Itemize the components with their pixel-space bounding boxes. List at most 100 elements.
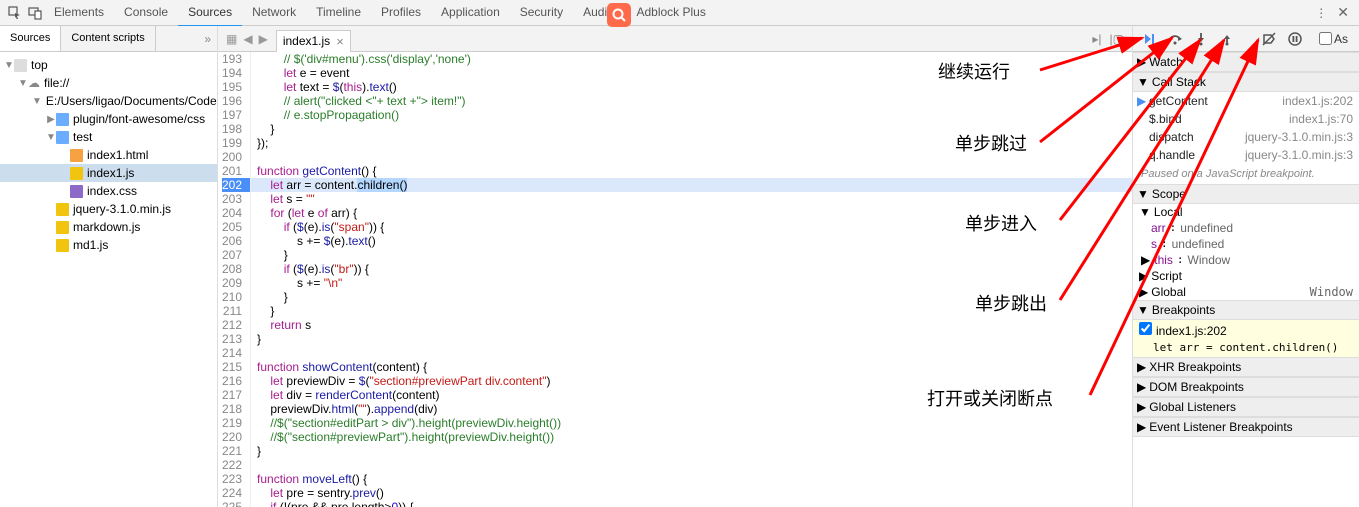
- main-tab-timeline[interactable]: Timeline: [306, 0, 371, 27]
- breakpoints-section-header[interactable]: ▼Breakpoints: [1133, 300, 1359, 320]
- device-toggle-icon[interactable]: [26, 4, 44, 22]
- tree-item[interactable]: ▼test: [0, 128, 217, 146]
- code-line[interactable]: function getContent() {: [251, 164, 1132, 178]
- code-line[interactable]: }: [251, 444, 1132, 458]
- more-tabs-icon[interactable]: »: [198, 26, 217, 51]
- pause-exceptions-button[interactable]: [1287, 31, 1303, 47]
- callstack-frame[interactable]: $.bindindex1.js:70: [1133, 110, 1359, 128]
- callstack-frame[interactable]: dispatchjquery-3.1.0.min.js:3: [1133, 128, 1359, 146]
- scope-script-header[interactable]: ▶Script: [1133, 268, 1359, 284]
- scope-local-header[interactable]: ▼Local: [1133, 204, 1359, 220]
- code-line[interactable]: let arr = content.children(): [251, 178, 1132, 192]
- scope-section-header[interactable]: ▼Scope: [1133, 184, 1359, 204]
- code-line[interactable]: s += "\n": [251, 276, 1132, 290]
- editor-file-tab[interactable]: index1.js ×: [276, 30, 351, 52]
- scope-variable[interactable]: arr: undefined: [1133, 220, 1359, 236]
- code-line[interactable]: for (let e of arr) {: [251, 206, 1132, 220]
- sidebar-tab-content-scripts[interactable]: Content scripts: [61, 26, 155, 51]
- nav-forward-icon[interactable]: ▶: [259, 32, 268, 46]
- callstack-title: Call Stack: [1152, 75, 1206, 89]
- menu-icon[interactable]: ⋮: [1315, 6, 1327, 20]
- tree-item[interactable]: ▼☁file://: [0, 74, 217, 92]
- xhr-breakpoints-header[interactable]: ▶XHR Breakpoints: [1133, 357, 1359, 377]
- code-line[interactable]: [251, 346, 1132, 360]
- async-checkbox[interactable]: [1319, 32, 1332, 45]
- callstack-section-header[interactable]: ▼Call Stack: [1133, 72, 1359, 92]
- code-line[interactable]: [251, 150, 1132, 164]
- tree-item[interactable]: index1.html: [0, 146, 217, 164]
- code-line[interactable]: }: [251, 290, 1132, 304]
- code-line[interactable]: return s: [251, 318, 1132, 332]
- code-line[interactable]: // alert("clicked <"+ text +"> item!"): [251, 94, 1132, 108]
- code-line[interactable]: //$("section#editPart > div").height(pre…: [251, 416, 1132, 430]
- toggle-panes-icon[interactable]: |▢: [1110, 32, 1124, 46]
- tree-item[interactable]: index1.js: [0, 164, 217, 182]
- tree-item[interactable]: ▼top: [0, 56, 217, 74]
- tree-item[interactable]: jquery-3.1.0.min.js: [0, 200, 217, 218]
- code-line[interactable]: [251, 458, 1132, 472]
- dom-breakpoints-header[interactable]: ▶DOM Breakpoints: [1133, 377, 1359, 397]
- code-line[interactable]: let div = renderContent(content): [251, 388, 1132, 402]
- breakpoint-item[interactable]: index1.js:202: [1133, 320, 1359, 340]
- code-line[interactable]: let pre = sentry.prev(): [251, 486, 1132, 500]
- callstack-frame[interactable]: ▶getContentindex1.js:202: [1133, 92, 1359, 110]
- scope-variable[interactable]: ▶this: Window: [1133, 252, 1359, 268]
- code-line[interactable]: // e.stopPropagation(): [251, 108, 1132, 122]
- code-line[interactable]: });: [251, 136, 1132, 150]
- main-tab-application[interactable]: Application: [431, 0, 510, 27]
- code-line[interactable]: if ($(e).is("br")) {: [251, 262, 1132, 276]
- code-editor[interactable]: 1931941951961971981992002012022032042052…: [218, 52, 1132, 507]
- code-line[interactable]: let s = "": [251, 192, 1132, 206]
- event-listener-breakpoints-header[interactable]: ▶Event Listener Breakpoints: [1133, 417, 1359, 437]
- scope-variable[interactable]: s: undefined: [1133, 236, 1359, 252]
- step-over-button[interactable]: [1167, 31, 1183, 47]
- tree-item[interactable]: markdown.js: [0, 218, 217, 236]
- resume-button[interactable]: [1141, 31, 1157, 47]
- breakpoint-code-preview: let arr = content.children(): [1133, 340, 1359, 357]
- callstack-frame[interactable]: q.handlejquery-3.1.0.min.js:3: [1133, 146, 1359, 164]
- code-line[interactable]: // $('div#menu').css('display','none'): [251, 52, 1132, 66]
- debugger-pane: As ▶Watch ▼Call Stack ▶getContentindex1.…: [1133, 26, 1359, 507]
- scope-global-header[interactable]: ▶GlobalWindow: [1133, 284, 1359, 300]
- code-line[interactable]: s += $(e).text(): [251, 234, 1132, 248]
- history-menu-icon[interactable]: ▦: [226, 32, 237, 46]
- close-icon[interactable]: ✕: [1337, 4, 1349, 21]
- step-into-button[interactable]: [1193, 31, 1209, 47]
- code-line[interactable]: }: [251, 304, 1132, 318]
- code-line[interactable]: function moveLeft() {: [251, 472, 1132, 486]
- sidebar-tab-sources[interactable]: Sources: [0, 26, 61, 51]
- code-line[interactable]: if ($(e).is("span")) {: [251, 220, 1132, 234]
- step-out-button[interactable]: [1219, 31, 1235, 47]
- code-line[interactable]: }: [251, 248, 1132, 262]
- code-line[interactable]: }: [251, 122, 1132, 136]
- global-listeners-header[interactable]: ▶Global Listeners: [1133, 397, 1359, 417]
- main-tab-elements[interactable]: Elements: [44, 0, 114, 27]
- code-line[interactable]: let e = event: [251, 66, 1132, 80]
- breakpoint-checkbox[interactable]: [1139, 322, 1152, 335]
- tree-item[interactable]: ▼E:/Users/ligao/Documents/Code: [0, 92, 217, 110]
- main-tab-sources[interactable]: Sources: [178, 0, 242, 27]
- nav-back-icon[interactable]: ◀: [243, 32, 252, 46]
- code-line[interactable]: //$("section#previewPart").height(previe…: [251, 430, 1132, 444]
- scope-title: Scope: [1152, 187, 1186, 201]
- inspect-element-icon[interactable]: [6, 4, 24, 22]
- breakpoints-title: Breakpoints: [1152, 303, 1215, 317]
- tree-item[interactable]: index.css: [0, 182, 217, 200]
- tree-item[interactable]: md1.js: [0, 236, 217, 254]
- code-line[interactable]: }: [251, 332, 1132, 346]
- main-tab-profiles[interactable]: Profiles: [371, 0, 431, 27]
- code-line[interactable]: function showContent(content) {: [251, 360, 1132, 374]
- main-tab-adblock-plus[interactable]: Adblock Plus: [626, 0, 715, 27]
- close-tab-icon[interactable]: ×: [336, 34, 344, 49]
- deactivate-breakpoints-button[interactable]: [1261, 31, 1277, 47]
- code-line[interactable]: previewDiv.html("").append(div): [251, 402, 1132, 416]
- tree-item[interactable]: ▶plugin/font-awesome/css: [0, 110, 217, 128]
- code-line[interactable]: if (!(pre && pre.length>0)) {: [251, 500, 1132, 507]
- code-line[interactable]: let text = $(this).text(): [251, 80, 1132, 94]
- code-line[interactable]: let previewDiv = $("section#previewPart …: [251, 374, 1132, 388]
- main-tab-console[interactable]: Console: [114, 0, 178, 27]
- main-tab-security[interactable]: Security: [510, 0, 573, 27]
- main-tab-network[interactable]: Network: [242, 0, 306, 27]
- show-nav-icon[interactable]: ▸|: [1092, 32, 1101, 46]
- watch-section-header[interactable]: ▶Watch: [1133, 52, 1359, 72]
